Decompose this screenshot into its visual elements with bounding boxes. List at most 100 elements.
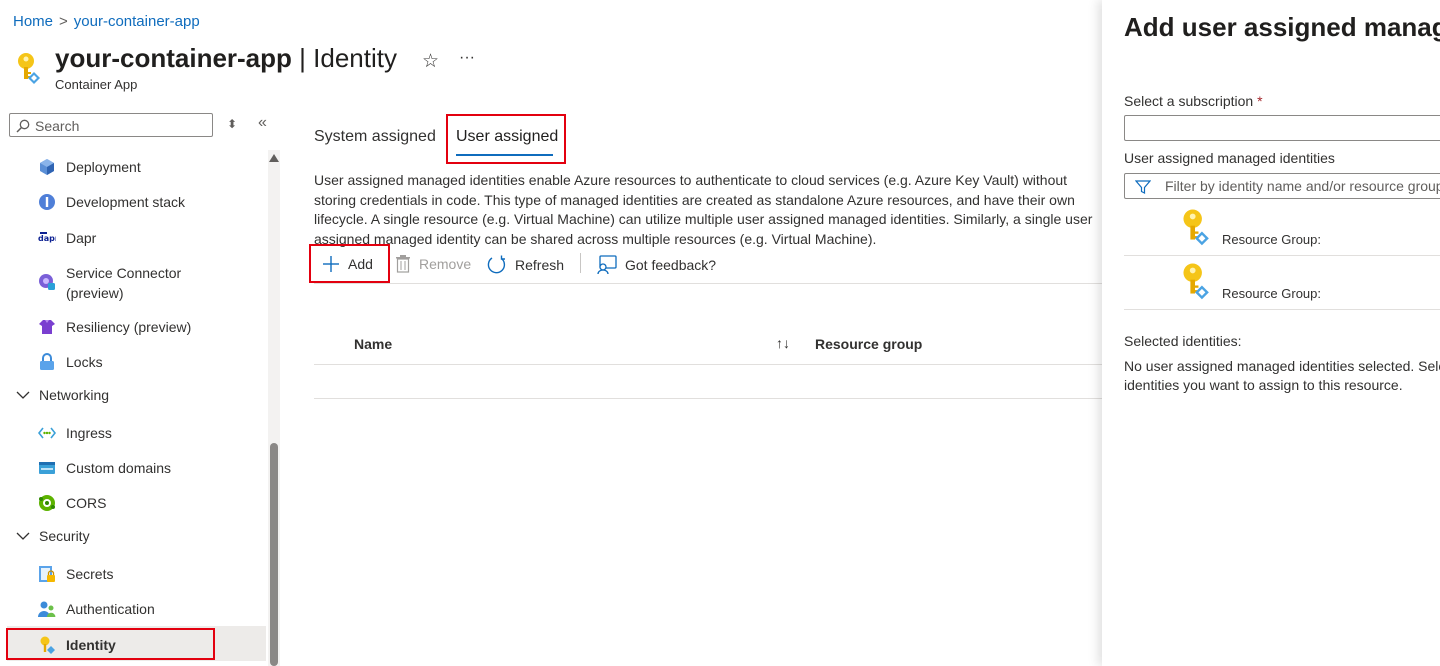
add-identity-panel: Add user assigned managed identity Selec… — [1102, 0, 1440, 666]
breadcrumb-home-link[interactable]: Home — [13, 13, 53, 30]
label-line-2: (preview) — [66, 285, 124, 301]
scroll-up-arrow-icon[interactable] — [269, 154, 279, 162]
page-name: | Identity — [299, 43, 397, 73]
sidebar-item-authentication[interactable]: Authentication — [38, 599, 266, 619]
sidebar-item-dapr[interactable]: dapr Dapr — [38, 228, 266, 248]
refresh-icon — [487, 255, 506, 274]
breadcrumb-separator: > — [59, 13, 68, 30]
subscription-label-text: Select a subscription — [1124, 93, 1254, 109]
identity-filter-input[interactable]: Filter by identity name and/or resource … — [1124, 173, 1440, 199]
breadcrumb: Home > your-container-app — [13, 13, 200, 30]
sort-icon[interactable]: ↑↓ — [776, 335, 790, 351]
domain-icon — [39, 462, 55, 474]
no-selection-message-line2: identities you want to assign to this re… — [1124, 377, 1403, 393]
selected-identities-label: Selected identities: — [1124, 333, 1242, 349]
sidebar-group-networking[interactable]: Networking — [16, 387, 109, 403]
sidebar-item-custom-domains[interactable]: Custom domains — [38, 458, 266, 478]
page-title: your-container-app | Identity — [55, 43, 397, 74]
sidebar-item-service-connector[interactable]: Service Connector (preview) — [38, 263, 266, 303]
description-text: User assigned managed identities enable … — [314, 172, 1093, 247]
favorite-star-icon[interactable]: ☆ — [422, 50, 439, 73]
sidebar-item-label: Custom domains — [66, 460, 172, 476]
sidebar-item-label: Resiliency (preview) — [66, 319, 192, 335]
filter-icon — [1135, 180, 1151, 194]
resource-name: your-container-app — [55, 43, 292, 73]
sidebar-item-label: Authentication — [66, 601, 155, 617]
identities-label: User assigned managed identities — [1124, 150, 1335, 166]
highlight-box-identity — [6, 628, 215, 660]
remove-button[interactable]: Remove — [395, 255, 471, 273]
sidebar-item-label: Secrets — [66, 566, 114, 582]
cors-icon — [39, 495, 55, 511]
sidebar-item-label: Deployment — [66, 159, 141, 175]
list-divider — [1124, 309, 1440, 310]
sidebar-item-locks[interactable]: Locks — [38, 352, 266, 372]
subscription-label: Select a subscription * — [1124, 93, 1263, 109]
identity-list-item[interactable]: Resource Group: — [1124, 202, 1440, 256]
feedback-button-label: Got feedback? — [625, 257, 717, 273]
sidebar-scrollbar-thumb[interactable] — [270, 443, 278, 666]
sidebar-item-label: Development stack — [66, 194, 186, 210]
identity-resource-group: Resource Group: — [1222, 232, 1321, 247]
feedback-icon — [597, 255, 617, 275]
identity-list-item[interactable]: Resource Group: — [1124, 256, 1440, 310]
required-mark: * — [1257, 93, 1263, 109]
trash-icon — [396, 255, 410, 273]
sidebar-item-ingress[interactable]: Ingress — [38, 423, 266, 443]
refresh-button[interactable]: Refresh — [487, 255, 564, 275]
feedback-button[interactable]: Got feedback? — [597, 255, 716, 275]
toolbar-divider — [314, 283, 1102, 284]
key-icon — [1183, 263, 1209, 300]
sidebar-item-label: Ingress — [66, 425, 112, 441]
tab-system-assigned[interactable]: System assigned — [314, 128, 436, 146]
people-icon — [38, 601, 56, 617]
sidebar-item-secrets[interactable]: Secrets — [38, 564, 266, 584]
breadcrumb-current-link[interactable]: your-container-app — [74, 13, 200, 30]
sidebar-item-development-stack[interactable]: Development stack — [38, 192, 266, 212]
column-header-resource-group[interactable]: Resource group — [815, 336, 922, 352]
table-row-divider — [314, 398, 1102, 399]
sidebar-item-label: CORS — [66, 495, 107, 511]
highlight-box-user-assigned — [446, 114, 566, 164]
shirt-icon — [39, 320, 55, 334]
chevron-down-icon — [16, 532, 30, 540]
sidebar-item-label: Locks — [66, 354, 103, 370]
no-selection-message-line1: No user assigned managed identities sele… — [1124, 358, 1440, 374]
more-options-icon[interactable]: ··· — [459, 49, 475, 67]
secrets-icon — [39, 566, 55, 582]
panel-title: Add user assigned managed identity — [1124, 12, 1440, 42]
dapr-icon: dapr — [38, 232, 56, 243]
sidebar-item-cors[interactable]: CORS — [38, 493, 266, 513]
column-header-name[interactable]: Name — [354, 336, 392, 352]
expand-collapse-icon[interactable]: ⬍ — [227, 117, 237, 131]
highlight-box-add — [309, 244, 390, 283]
sidebar-item-label: Service Connector (preview) — [66, 263, 181, 303]
search-placeholder: Search — [35, 118, 80, 134]
table-header-divider — [314, 364, 1102, 365]
collapse-sidebar-icon[interactable]: « — [258, 114, 267, 132]
lock-icon — [40, 353, 54, 370]
resource-type: Container App — [55, 77, 138, 92]
info-circle-icon — [39, 194, 55, 210]
chevron-down-icon — [16, 391, 30, 399]
cube-icon — [40, 159, 54, 175]
sidebar-item-deployment[interactable]: Deployment — [38, 157, 266, 177]
group-label: Networking — [39, 387, 110, 403]
group-label: Security — [39, 528, 90, 544]
sidebar-search-input[interactable]: Search — [9, 113, 213, 137]
sidebar-group-security[interactable]: Security — [16, 528, 90, 544]
service-connector-icon — [39, 274, 55, 290]
svg-text:dapr: dapr — [38, 234, 56, 243]
search-icon — [16, 119, 30, 133]
key-icon — [1183, 209, 1209, 246]
toolbar-separator — [580, 253, 581, 273]
ingress-icon — [38, 427, 56, 439]
sidebar-item-label: Dapr — [66, 230, 97, 246]
identity-resource-group: Resource Group: — [1222, 286, 1321, 301]
subscription-select[interactable] — [1124, 115, 1440, 141]
label-line-1: Service Connector — [66, 265, 182, 281]
key-icon — [18, 53, 40, 84]
filter-placeholder: Filter by identity name and/or resource … — [1165, 178, 1440, 194]
sidebar-item-resiliency[interactable]: Resiliency (preview) — [38, 317, 266, 337]
refresh-button-label: Refresh — [515, 257, 565, 273]
